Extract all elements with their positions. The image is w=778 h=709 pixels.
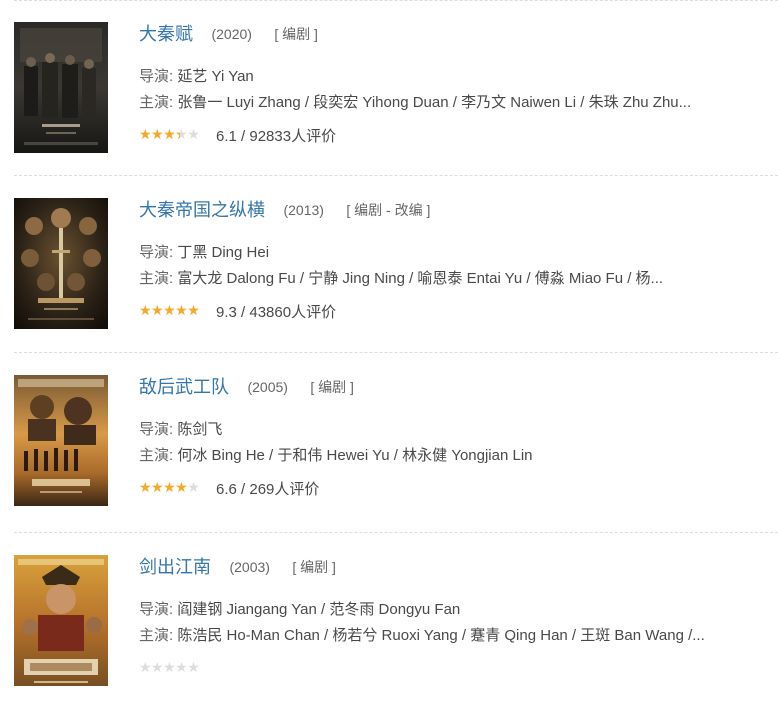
poster-image[interactable] bbox=[14, 198, 108, 329]
star-filled-icon: ★★★★★ bbox=[139, 304, 200, 318]
rating-separator: / bbox=[236, 128, 250, 145]
director-line: 导演: 阎建钢 Jiangang Yan / 范冬雨 Dongyu Fan bbox=[139, 597, 778, 623]
item-info: 大秦赋 (2020) [ 编剧 ] 导演: 延艺 Yi Yan 主演: 张鲁一 … bbox=[139, 22, 778, 147]
cast-line: 主演: 富大龙 Dalong Fu / 宁静 Jing Ning / 喻恩泰 E… bbox=[139, 266, 778, 292]
cast-label: 主演: bbox=[139, 94, 178, 111]
cast-value: 富大龙 Dalong Fu / 宁静 Jing Ning / 喻恩泰 Entai… bbox=[177, 270, 664, 287]
rating-votes: 92833人评价 bbox=[249, 128, 337, 145]
cast-value: 陈浩民 Ho-Man Chan / 杨若兮 Ruoxi Yang / 蹇青 Qi… bbox=[177, 627, 705, 644]
poster-image[interactable] bbox=[14, 375, 108, 506]
title-line: 大秦赋 (2020) [ 编剧 ] bbox=[139, 22, 778, 46]
cast-label: 主演: bbox=[139, 447, 178, 464]
star-filled-icon: ★★★★★ bbox=[139, 481, 188, 495]
cast-line: 主演: 陈浩民 Ho-Man Chan / 杨若兮 Ruoxi Yang / 蹇… bbox=[139, 623, 778, 649]
director-line: 导演: 陈剑飞 bbox=[139, 417, 778, 443]
role-badge: [ 编剧 ] bbox=[310, 379, 354, 395]
role-badge: [ 编剧 ] bbox=[292, 559, 336, 575]
director-value: 阎建钢 Jiangang Yan / 范冬雨 Dongyu Fan bbox=[177, 601, 461, 618]
rating-score: 9.3 bbox=[216, 304, 237, 321]
rating-score: 6.1 bbox=[216, 128, 237, 145]
rating-line: ★★★★★ ★★★★★ / bbox=[139, 660, 778, 680]
poster-da-qin-di-guo bbox=[14, 198, 108, 329]
role-badge: [ 编剧 - 改编 ] bbox=[346, 202, 431, 218]
title-link[interactable]: 敌后武工队 bbox=[139, 377, 229, 397]
rating-line: ★★★★★ ★★★★★ 9.3 / 43860人评价 bbox=[139, 303, 778, 323]
rating-separator: / bbox=[236, 481, 250, 498]
rating-stars: ★★★★★ ★★★★★ bbox=[139, 481, 208, 495]
rating-line: ★★★★★ ★★★★★ 6.1 / 92833人评价 bbox=[139, 127, 778, 147]
divider bbox=[14, 532, 778, 533]
poster-di-hou-wu-gong-dui bbox=[14, 375, 108, 506]
title-link[interactable]: 大秦帝国之纵横 bbox=[139, 200, 265, 220]
poster-image[interactable] bbox=[14, 555, 108, 686]
rating-stars: ★★★★★ ★★★★★ bbox=[139, 128, 208, 142]
cast-line: 主演: 何冰 Bing He / 于和伟 Hewei Yu / 林永健 Yong… bbox=[139, 443, 778, 469]
rating-separator: / bbox=[236, 304, 250, 321]
year: (2013) bbox=[283, 202, 324, 218]
director-value: 丁黑 Ding Hei bbox=[177, 244, 270, 261]
cast-value: 张鲁一 Luyi Zhang / 段奕宏 Yihong Duan / 李乃文 N… bbox=[177, 94, 692, 111]
year: (2020) bbox=[211, 26, 252, 42]
director-label: 导演: bbox=[139, 244, 178, 261]
director-line: 导演: 丁黑 Ding Hei bbox=[139, 240, 778, 266]
poster-jian-chu-jiang-nan bbox=[14, 555, 108, 686]
title-link[interactable]: 大秦赋 bbox=[139, 24, 193, 44]
poster-da-qin-fu bbox=[14, 22, 108, 153]
item-info: 敌后武工队 (2005) [ 编剧 ] 导演: 陈剑飞 主演: 何冰 Bing … bbox=[139, 375, 778, 500]
cast-label: 主演: bbox=[139, 270, 178, 287]
director-value: 延艺 Yi Yan bbox=[177, 68, 254, 85]
star-empty-icon: ★★★★★ bbox=[139, 661, 200, 675]
rating-votes: 269人评价 bbox=[249, 481, 320, 498]
rating-votes: 43860人评价 bbox=[249, 304, 337, 321]
divider bbox=[14, 0, 778, 1]
divider bbox=[14, 175, 778, 176]
cast-label: 主演: bbox=[139, 627, 178, 644]
poster-image[interactable] bbox=[14, 22, 108, 153]
item-info: 大秦帝国之纵横 (2013) [ 编剧 - 改编 ] 导演: 丁黑 Ding H… bbox=[139, 198, 778, 323]
director-label: 导演: bbox=[139, 601, 178, 618]
title-line: 剑出江南 (2003) [ 编剧 ] bbox=[139, 555, 778, 579]
director-line: 导演: 延艺 Yi Yan bbox=[139, 64, 778, 90]
star-filled-icon: ★★★★★ bbox=[139, 128, 180, 142]
director-value: 陈剑飞 bbox=[177, 421, 223, 438]
title-line: 敌后武工队 (2005) [ 编剧 ] bbox=[139, 375, 778, 399]
year: (2005) bbox=[247, 379, 288, 395]
cast-line: 主演: 张鲁一 Luyi Zhang / 段奕宏 Yihong Duan / 李… bbox=[139, 90, 778, 116]
item-info: 剑出江南 (2003) [ 编剧 ] 导演: 阎建钢 Jiangang Yan … bbox=[139, 555, 778, 680]
year: (2003) bbox=[229, 559, 270, 575]
divider bbox=[14, 352, 778, 353]
rating-score: 6.6 bbox=[216, 481, 237, 498]
director-label: 导演: bbox=[139, 68, 178, 85]
cast-value: 何冰 Bing He / 于和伟 Hewei Yu / 林永健 Yongjian… bbox=[177, 447, 533, 464]
title-line: 大秦帝国之纵横 (2013) [ 编剧 - 改编 ] bbox=[139, 198, 778, 222]
title-link[interactable]: 剑出江南 bbox=[139, 557, 211, 577]
rating-line: ★★★★★ ★★★★★ 6.6 / 269人评价 bbox=[139, 480, 778, 500]
rating-stars: ★★★★★ ★★★★★ bbox=[139, 661, 208, 675]
rating-stars: ★★★★★ ★★★★★ bbox=[139, 304, 208, 318]
role-badge: [ 编剧 ] bbox=[274, 26, 318, 42]
director-label: 导演: bbox=[139, 421, 178, 438]
